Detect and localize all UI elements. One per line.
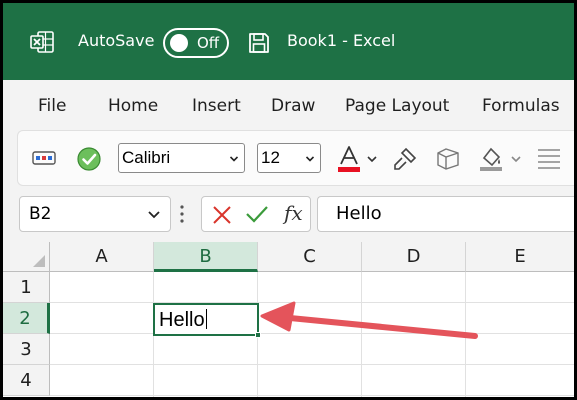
excel-icon bbox=[30, 31, 54, 53]
fill-color-chevron-icon[interactable] bbox=[511, 155, 521, 163]
name-box-value: B2 bbox=[29, 204, 52, 224]
cancel-icon[interactable] bbox=[212, 205, 232, 225]
fill-handle[interactable] bbox=[255, 332, 261, 338]
enter-check-icon[interactable] bbox=[245, 204, 269, 224]
autosave-label: AutoSave bbox=[78, 31, 155, 50]
save-icon[interactable] bbox=[247, 31, 271, 55]
column-header-b[interactable]: B bbox=[154, 242, 258, 272]
title-bar: AutoSave Off Book1 - Excel bbox=[3, 3, 574, 80]
column-header-a[interactable]: A bbox=[50, 242, 154, 272]
autosave-toggle[interactable]: Off bbox=[163, 28, 229, 58]
row-header-2[interactable]: 2 bbox=[3, 303, 50, 334]
font-name-value: Calibri bbox=[122, 148, 171, 167]
gridline bbox=[361, 272, 362, 397]
chevron-down-icon bbox=[230, 156, 238, 162]
tab-file[interactable]: File bbox=[38, 95, 66, 117]
excel-window: AutoSave Off Book1 - Excel File Home Ins… bbox=[3, 3, 574, 397]
select-all-triangle bbox=[33, 255, 45, 267]
tab-draw[interactable]: Draw bbox=[271, 95, 315, 117]
screenshot-frame: AutoSave Off Book1 - Excel File Home Ins… bbox=[0, 0, 577, 400]
gridline bbox=[50, 364, 574, 365]
tab-page-layout[interactable]: Page Layout bbox=[345, 95, 449, 117]
text-caret bbox=[205, 309, 207, 329]
gridline bbox=[50, 302, 574, 303]
align-icon[interactable] bbox=[537, 148, 561, 170]
column-header-e[interactable]: E bbox=[466, 242, 574, 272]
formula-input[interactable]: Hello bbox=[317, 196, 574, 232]
ribbon-toolbar: Calibri 12 bbox=[17, 130, 574, 186]
font-size-select[interactable]: 12 bbox=[257, 143, 321, 173]
cell-b2-value: Hello bbox=[159, 309, 207, 331]
cell-styles-icon[interactable] bbox=[32, 151, 56, 165]
column-header-d[interactable]: D bbox=[362, 242, 466, 272]
toggle-knob bbox=[170, 34, 188, 52]
row-header-1[interactable]: 1 bbox=[3, 272, 50, 303]
more-options-icon[interactable] bbox=[179, 203, 185, 225]
tab-insert[interactable]: Insert bbox=[192, 95, 241, 117]
chevron-down-icon[interactable] bbox=[148, 210, 160, 219]
chevron-down-icon bbox=[306, 156, 314, 162]
gridline bbox=[50, 395, 574, 396]
fill-color-icon[interactable] bbox=[478, 145, 504, 173]
formula-content: Hello bbox=[336, 203, 382, 224]
formula-buttons: fx bbox=[201, 196, 311, 232]
name-box[interactable]: B2 bbox=[19, 196, 171, 232]
row-header-4[interactable]: 4 bbox=[3, 365, 50, 396]
row-header-3[interactable]: 3 bbox=[3, 334, 50, 365]
format-as-table-icon[interactable] bbox=[434, 145, 462, 173]
tab-home[interactable]: Home bbox=[108, 95, 158, 117]
font-color-chevron-icon[interactable] bbox=[367, 155, 377, 163]
autosave-state: Off bbox=[197, 34, 220, 52]
active-cell-b2[interactable]: Hello bbox=[153, 303, 261, 338]
spreadsheet-grid: A B C D E 1 2 3 4 Hello bbox=[3, 242, 574, 397]
insert-function-icon[interactable]: fx bbox=[284, 202, 303, 224]
format-painter-icon[interactable] bbox=[392, 146, 418, 172]
font-name-select[interactable]: Calibri bbox=[118, 143, 245, 173]
tab-formulas[interactable]: Formulas bbox=[482, 95, 560, 117]
font-size-value: 12 bbox=[261, 148, 280, 167]
accessibility-check-icon[interactable] bbox=[76, 146, 102, 172]
font-color-icon[interactable] bbox=[336, 145, 362, 173]
gridline bbox=[50, 333, 574, 334]
document-title: Book1 - Excel bbox=[287, 31, 396, 50]
gridline bbox=[465, 272, 466, 397]
column-header-c[interactable]: C bbox=[258, 242, 362, 272]
select-all-button[interactable] bbox=[3, 242, 50, 272]
ribbon-tabs: File Home Insert Draw Page Layout Formul… bbox=[3, 80, 574, 130]
